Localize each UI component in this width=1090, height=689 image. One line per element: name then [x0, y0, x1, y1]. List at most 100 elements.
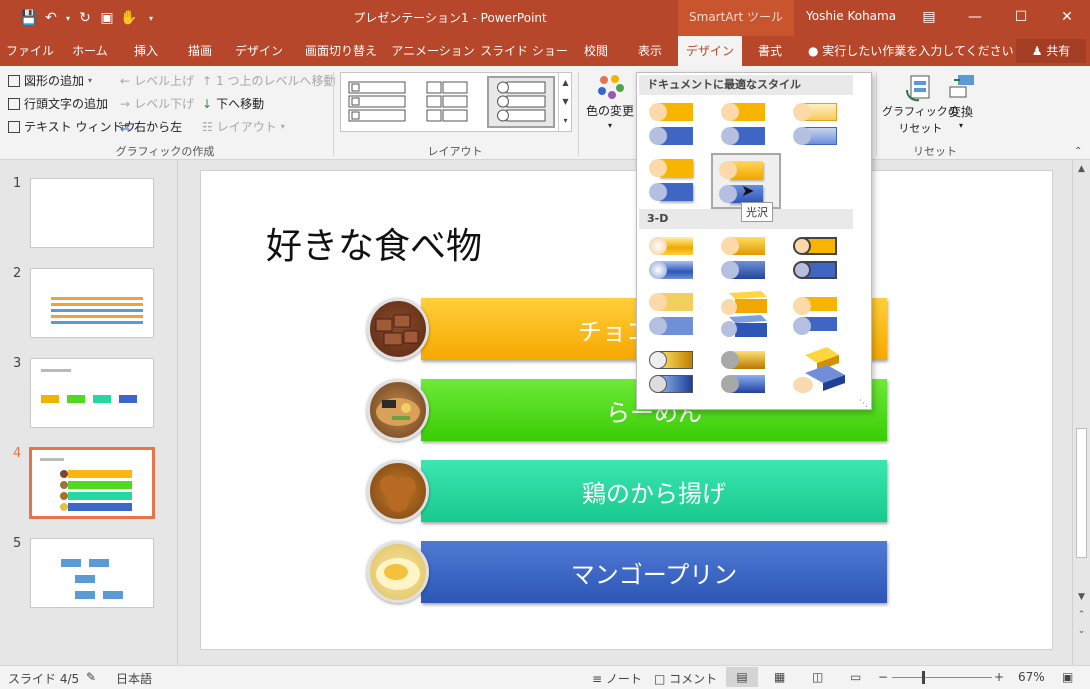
style-option-white-outline[interactable] — [715, 97, 773, 151]
scroll-up-icon[interactable]: ▲ — [1073, 164, 1090, 174]
maximize-button[interactable]: ☐ — [1006, 6, 1036, 28]
add-shape-button[interactable]: 図形の追加 ▾ — [8, 72, 92, 89]
notes-button[interactable]: ≡ ノート — [592, 670, 642, 687]
style-option-moderate-effect[interactable] — [643, 153, 701, 207]
demote-button[interactable]: → レベル下げ — [120, 95, 194, 112]
move-down-button[interactable]: ↓ 下へ移動 — [202, 95, 264, 112]
convert-button[interactable]: 変換 ▾ — [946, 72, 976, 130]
tab-draw[interactable]: 描画 — [174, 36, 226, 66]
food-photo-chocolate[interactable] — [367, 298, 429, 360]
scroll-down-icon[interactable]: ▼ — [1073, 592, 1090, 602]
style-option-3d-polished[interactable] — [643, 231, 701, 285]
spell-check-icon[interactable]: ✎ — [86, 670, 96, 684]
save-icon[interactable]: 💾 — [18, 8, 40, 28]
tab-smartart-design[interactable]: デザイン — [678, 36, 742, 66]
text-pane-button[interactable]: テキスト ウィンドウ — [8, 118, 135, 135]
food-photo-karaage[interactable] — [367, 460, 429, 522]
style-option-3d-bird-eye-scene[interactable] — [787, 345, 845, 399]
tab-animations[interactable]: アニメーション — [390, 36, 476, 66]
style-option-3d-powder[interactable] — [643, 287, 701, 341]
undo-icon[interactable]: ↶ — [40, 8, 62, 28]
group-label-reset: リセット — [913, 145, 957, 158]
smartart-item-4[interactable]: マンゴープリン — [421, 541, 887, 603]
vertical-scrollbar[interactable]: ▲ ▼ ⌃ ⌄ — [1072, 160, 1090, 665]
slideshow-view-icon[interactable]: ▭ — [850, 670, 861, 684]
minimize-button[interactable]: — — [960, 6, 990, 28]
scrollbar-thumb[interactable] — [1076, 428, 1087, 558]
smartart-item-3[interactable]: 鶏のから揚げ — [421, 460, 887, 522]
move-up-button[interactable]: ↑ 1 つ上のレベルへ移動 — [202, 72, 336, 89]
add-bullet-button[interactable]: 行頭文字の追加 — [8, 95, 108, 112]
tab-insert[interactable]: 挿入 — [120, 36, 172, 66]
thumbnail-number: 5 — [13, 536, 22, 551]
promote-button[interactable]: ← レベル上げ — [120, 72, 194, 89]
fit-to-window-icon[interactable]: ▣ — [1062, 670, 1073, 684]
user-name[interactable]: Yoshie Kohama — [806, 9, 896, 23]
slide-title[interactable]: 好きな食べ物 — [266, 217, 482, 269]
style-option-3d-brick-scene[interactable] — [715, 287, 773, 341]
convert-icon — [949, 75, 974, 98]
right-to-left-button[interactable]: ⇄ 右から左 — [120, 118, 182, 135]
scroll-down-icon[interactable]: ▼ — [559, 92, 572, 111]
normal-view-icon[interactable]: ▤ — [726, 667, 758, 687]
layout-option-picture-list[interactable] — [487, 76, 555, 128]
tab-home[interactable]: ホーム — [62, 36, 118, 66]
lightbulb-icon: ● — [808, 44, 823, 58]
reading-view-icon[interactable]: ◫ — [812, 670, 823, 684]
style-option-3d-flat-scene[interactable] — [787, 287, 845, 341]
language-indicator[interactable]: 日本語 — [116, 670, 152, 687]
zoom-out-icon[interactable]: − — [878, 670, 888, 684]
zoom-slider[interactable] — [892, 677, 992, 678]
style-option-3d-inset[interactable] — [715, 231, 773, 285]
customize-toolbar-icon[interactable]: ▾ — [140, 8, 162, 28]
food-photo-mango-pudding[interactable] — [367, 541, 429, 603]
layout-button[interactable]: ☷ レイアウト ▾ — [202, 118, 285, 135]
style-option-3d-sunset-scene[interactable] — [715, 345, 773, 399]
layout-gallery-scroll: ▲ ▼ ▾ — [558, 73, 572, 131]
slideshow-icon[interactable]: ▣ — [96, 8, 118, 28]
tab-format[interactable]: 書式 — [744, 36, 796, 66]
zoom-level[interactable]: 67% — [1018, 670, 1045, 684]
scroll-up-icon[interactable]: ▲ — [559, 73, 572, 92]
slide-thumbnail-1[interactable] — [30, 178, 154, 248]
style-option-intense-effect[interactable]: ➤ — [711, 153, 781, 209]
tab-review[interactable]: 校閲 — [572, 36, 620, 66]
layout-option-grouped-list[interactable] — [419, 76, 487, 128]
change-colors-button[interactable]: 色の変更 ▾ — [586, 72, 634, 130]
next-slide-icon[interactable]: ⌄ — [1073, 626, 1090, 636]
previous-slide-icon[interactable]: ⌃ — [1073, 610, 1090, 620]
food-photo-ramen[interactable] — [367, 379, 429, 441]
redo-icon[interactable]: ↻ — [74, 8, 96, 28]
style-option-simple-fill[interactable] — [643, 97, 701, 151]
layout-option-vertical-checklist[interactable] — [345, 76, 413, 128]
ribbon-display-options-icon[interactable]: ▤ — [914, 6, 944, 28]
tab-file[interactable]: ファイル — [0, 36, 60, 66]
tab-slideshow[interactable]: スライド ショー — [480, 36, 568, 66]
share-button[interactable]: ♟ 共有 — [1016, 39, 1086, 63]
slide-thumbnail-4[interactable] — [30, 448, 154, 518]
zoom-slider-handle[interactable] — [922, 671, 925, 684]
close-button[interactable]: ✕ — [1052, 6, 1082, 28]
tab-design[interactable]: デザイン — [228, 36, 290, 66]
touch-mode-icon[interactable]: ✋ — [118, 8, 140, 28]
tab-transitions[interactable]: 画面切り替え — [294, 36, 388, 66]
style-option-subtle-effect[interactable] — [787, 97, 845, 151]
slide-thumbnail-3[interactable] — [30, 358, 154, 428]
slide-thumbnail-5[interactable] — [30, 538, 154, 608]
collapse-ribbon-icon[interactable]: ⌃ — [1074, 146, 1082, 157]
tell-me-search[interactable]: ● 実行したい作業を入力してください — [808, 36, 1014, 66]
palette-icon — [598, 75, 624, 99]
resize-grip-icon[interactable]: ⋱ — [859, 399, 868, 409]
slide-canvas[interactable]: 好きな食べ物 チョコ らーめん 鶏のから揚げ マンゴープリン — [200, 170, 1053, 650]
zoom-in-icon[interactable]: + — [994, 670, 1004, 684]
ribbon-tabs: ファイル ホーム 挿入 描画 デザイン 画面切り替え アニメーション スライド … — [0, 36, 1090, 66]
style-option-3d-cartoon[interactable] — [787, 231, 845, 285]
arrow-left-icon: ← — [120, 73, 131, 88]
undo-dropdown-icon[interactable]: ▾ — [62, 8, 74, 28]
tab-view[interactable]: 表示 — [624, 36, 676, 66]
more-layouts-icon[interactable]: ▾ — [559, 111, 572, 130]
style-option-3d-metallic[interactable] — [643, 345, 701, 399]
slide-thumbnail-2[interactable] — [30, 268, 154, 338]
comments-button[interactable]: □ コメント — [654, 670, 717, 687]
slide-sorter-icon[interactable]: ▦ — [774, 670, 785, 684]
